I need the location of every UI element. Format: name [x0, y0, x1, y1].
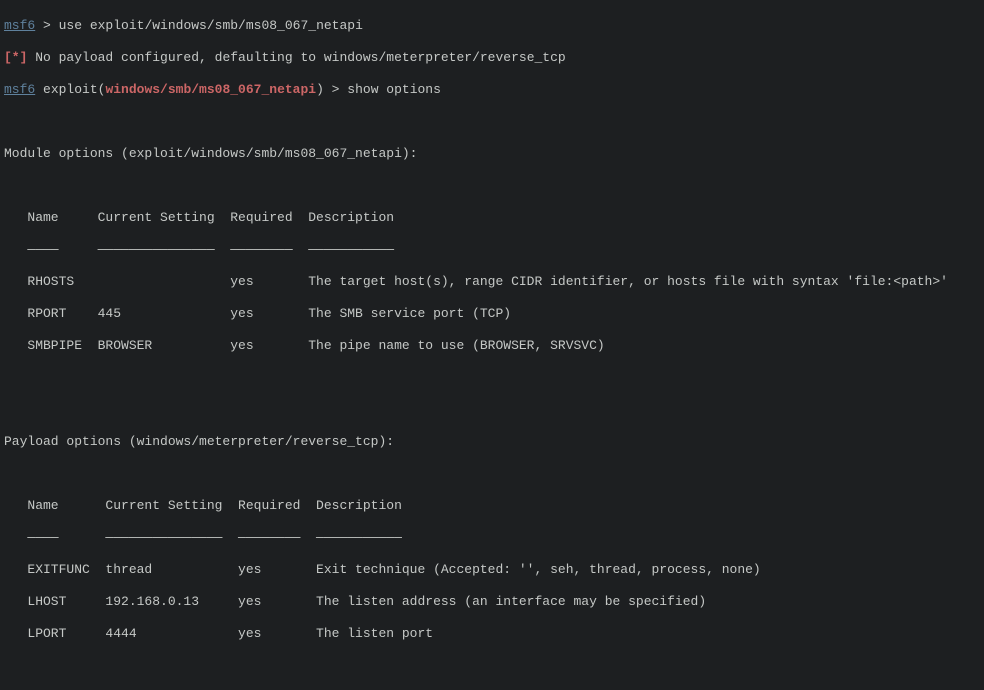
cmd-use: use exploit/windows/smb/ms08_067_netapi — [59, 18, 363, 33]
prompt-use: msf6 > use exploit/windows/smb/ms08_067_… — [4, 18, 980, 34]
star-marker: [*] — [4, 50, 27, 65]
terminal-output[interactable]: msf6 > use exploit/windows/smb/ms08_067_… — [0, 0, 984, 690]
payload-columns-underline: ―――― ――――――――――――――― ―――――――― ――――――――――… — [4, 530, 980, 546]
payload-row-exitfunc: EXITFUNC thread yes Exit technique (Acce… — [4, 562, 980, 578]
payload-row-lport: LPORT 4444 yes The listen port — [4, 626, 980, 642]
payload-options-header: Payload options (windows/meterpreter/rev… — [4, 434, 980, 450]
module-row-rport: RPORT 445 yes The SMB service port (TCP) — [4, 306, 980, 322]
msf-prompt: msf6 — [4, 18, 35, 33]
no-payload-line: [*] No payload configured, defaulting to… — [4, 50, 980, 66]
msf-prompt: msf6 — [4, 82, 35, 97]
module-options-header: Module options (exploit/windows/smb/ms08… — [4, 146, 980, 162]
module-row-smbpipe: SMBPIPE BROWSER yes The pipe name to use… — [4, 338, 980, 354]
module-columns: Name Current Setting Required Descriptio… — [4, 210, 980, 226]
payload-row-lhost: LHOST 192.168.0.13 yes The listen addres… — [4, 594, 980, 610]
cmd-show-options: show options — [347, 82, 441, 97]
exploit-path: windows/smb/ms08_067_netapi — [105, 82, 316, 97]
payload-columns: Name Current Setting Required Descriptio… — [4, 498, 980, 514]
module-row-rhosts: RHOSTS yes The target host(s), range CID… — [4, 274, 980, 290]
prompt-show: msf6 exploit(windows/smb/ms08_067_netapi… — [4, 82, 980, 98]
module-columns-underline: ―――― ――――――――――――――― ―――――――― ――――――――――… — [4, 242, 980, 258]
